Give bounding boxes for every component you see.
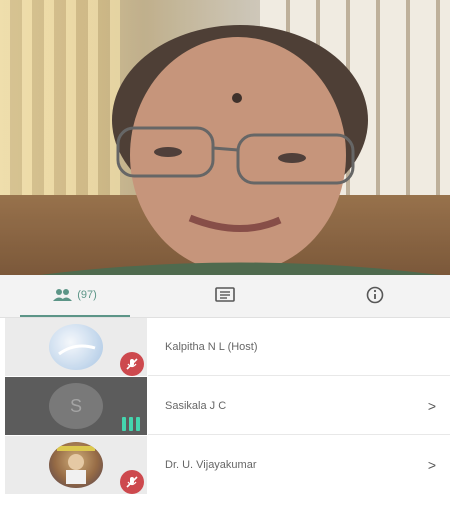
video-feed (0, 0, 450, 275)
participant-list: Kalpitha N L (Host) S Sasikala J C > Dr.… (0, 318, 450, 506)
photo-icon (57, 446, 95, 484)
participant-name: Dr. U. Vijayakumar (165, 459, 257, 471)
participant-row-host[interactable]: Kalpitha N L (Host) (0, 318, 450, 376)
mic-off-icon (126, 476, 138, 488)
participant-row-active-speaker[interactable]: S Sasikala J C > (0, 377, 450, 435)
info-icon (366, 286, 384, 304)
meeting-tab-bar: (97) (0, 275, 450, 318)
participant-row[interactable]: Dr. U. Vijayakumar > (0, 436, 450, 494)
avatar (49, 442, 103, 488)
divider (148, 434, 450, 435)
tab-info[interactable] (300, 275, 450, 315)
avatar-letter: S (49, 383, 103, 429)
tab-chat[interactable] (150, 275, 300, 315)
people-icon (53, 289, 73, 301)
speaking-indicator-icon (122, 411, 144, 431)
participant-name: Sasikala J C (165, 400, 227, 412)
chat-icon (215, 287, 235, 302)
participant-thumbnail (5, 436, 147, 494)
chevron-right-icon[interactable]: > (428, 436, 436, 494)
participant-count: (97) (77, 289, 97, 301)
mic-off-icon (126, 358, 138, 370)
mic-muted-badge (120, 352, 144, 376)
mic-muted-badge (120, 470, 144, 494)
participant-thumbnail: S (5, 377, 147, 435)
tab-participants[interactable]: (97) (0, 275, 150, 317)
participant-thumbnail (5, 318, 147, 376)
speaker-video-image (40, 25, 440, 275)
divider (148, 375, 450, 376)
participant-name: Kalpitha N L (Host) (165, 341, 258, 353)
avatar (49, 324, 103, 370)
photo-icon (58, 344, 96, 356)
chevron-right-icon[interactable]: > (428, 377, 436, 435)
